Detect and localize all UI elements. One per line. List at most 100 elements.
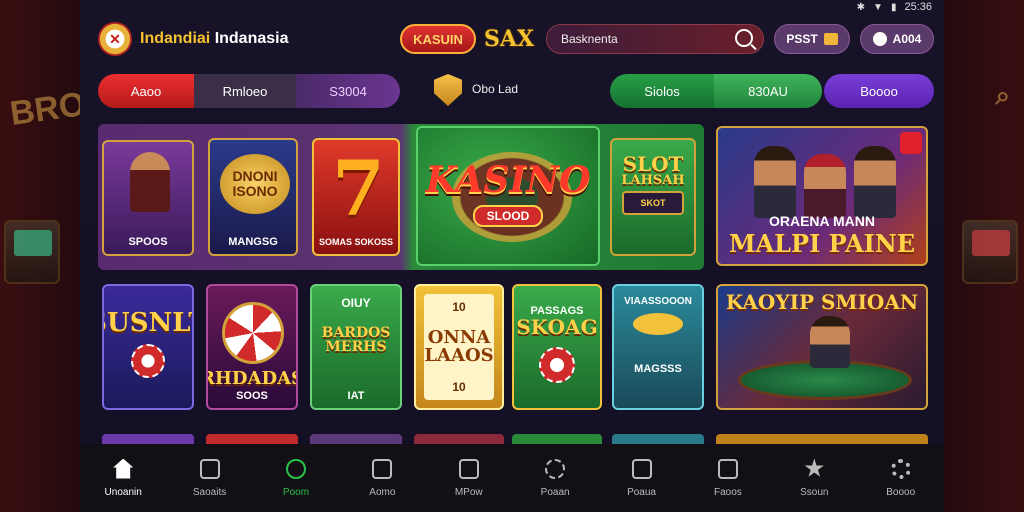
- nav-label: Ssoun: [800, 486, 829, 498]
- gear-icon: [890, 458, 911, 479]
- game-title: SKOAG: [516, 315, 598, 340]
- casino-app: ✱ ▼ ▮ 25:36 ✕ Indandiai Indanasia KASUIN…: [80, 0, 944, 512]
- header: ✕ Indandiai Indanasia KASUIN SAX Basknen…: [98, 22, 934, 56]
- brand-name: Indandiai Indanasia: [140, 30, 289, 48]
- monitor-icon: [372, 458, 393, 479]
- tab-boooo[interactable]: Boooo: [824, 74, 934, 108]
- nav-item-6[interactable]: Poaan: [520, 458, 590, 498]
- nav-label: Poaan: [540, 486, 570, 498]
- chip-icon: [539, 347, 575, 384]
- background-right: ⌕: [944, 0, 1024, 512]
- game-top-label: OIUY: [341, 296, 371, 310]
- game-title: SUSNLT: [104, 308, 192, 338]
- promo-banner[interactable]: ORAENA MANN MALPI PAINE: [716, 126, 928, 266]
- nav-label: Saoaits: [192, 486, 227, 498]
- live-casino-banner[interactable]: KAOYIP SMIOAN: [716, 284, 928, 410]
- brand-part2: Indanasia: [214, 30, 289, 47]
- power-icon: [285, 458, 306, 479]
- game-card-kasino[interactable]: KASINO SLOOD: [416, 126, 600, 266]
- nav-item-3[interactable]: Poom: [261, 458, 331, 498]
- tab-s3004[interactable]: S3004: [296, 74, 400, 108]
- game-title: SOMAS SOKOSS: [318, 237, 393, 248]
- game-title: RHDADAS: [208, 367, 296, 389]
- game-emblem: DNONI ISONO: [220, 154, 290, 214]
- character-icon: [130, 152, 170, 212]
- category-bar: Aaoo Rmloeo S3004 Obo Lad Siolos 830AU B…: [98, 74, 934, 108]
- middle-label: Obo Lad: [472, 82, 519, 96]
- game-card[interactable]: PASSAGS SKOAG: [512, 284, 602, 410]
- game-card[interactable]: 10 ONNA LAAOS 10: [414, 284, 504, 410]
- brand-part1: Indandiai: [140, 30, 211, 47]
- game-card[interactable]: VIAASSOOON MAGSSS: [612, 284, 704, 410]
- nav-item-4[interactable]: Aomo: [347, 458, 417, 498]
- tab-aaoo[interactable]: Aaoo: [98, 74, 194, 108]
- game-subtitle: LAHSAH: [621, 173, 685, 188]
- game-subtitle: IAT: [347, 389, 365, 402]
- game-title: MAGSSS: [634, 363, 682, 375]
- screen: BRO ⌕ ✱ ▼ ▮ 25:36 ✕ Indandiai Indanasia …: [0, 0, 1024, 512]
- leaf-icon: [717, 458, 738, 479]
- bluetooth-icon: ✱: [856, 1, 866, 13]
- background-left: BRO: [0, 0, 88, 512]
- promo-button[interactable]: PSST: [774, 24, 850, 54]
- game-card[interactable]: SPOOS: [102, 140, 194, 256]
- tab-830au[interactable]: 830AU: [714, 74, 822, 108]
- game-card[interactable]: OIUY BARDOS MERHS IAT: [310, 284, 402, 410]
- nav-label: Poom: [282, 486, 310, 498]
- banner-title: KAOYIP SMIOAN: [725, 290, 919, 314]
- sax-label: SAX: [484, 26, 535, 52]
- game-card-slot[interactable]: SLOT LAHSAH SKOT: [610, 138, 696, 256]
- game-inner: 10 ONNA LAAOS 10: [424, 294, 494, 400]
- wifi-icon: ▼: [873, 1, 883, 13]
- account-label: A004: [892, 32, 922, 46]
- seven-icon: 7: [332, 144, 385, 233]
- chip-icon: [131, 344, 165, 378]
- account-button[interactable]: A004: [860, 24, 934, 54]
- game-card[interactable]: RHDADAS SOOS: [206, 284, 298, 410]
- game-title: ONNA LAAOS: [424, 327, 494, 366]
- search-input[interactable]: Basknenta: [546, 24, 764, 54]
- game-title: MANGSG: [228, 235, 278, 248]
- nav-label: MPow: [454, 486, 483, 498]
- home-icon: [113, 458, 134, 479]
- game-card[interactable]: 7 SOMAS SOKOSS: [312, 138, 400, 256]
- game-title: SPOOS: [128, 235, 168, 248]
- nav-item-home[interactable]: Unoanin: [88, 458, 158, 498]
- gold-icon: [633, 313, 683, 335]
- nav-label: Boooo: [886, 486, 916, 498]
- status-time: 25:36: [904, 1, 932, 13]
- nav-item-2[interactable]: Saoaits: [175, 458, 245, 498]
- nav-item-5[interactable]: MPow: [434, 458, 504, 498]
- kasino-button[interactable]: KASUIN: [400, 24, 476, 54]
- coin-icon: [872, 32, 887, 46]
- nav-item-9[interactable]: Ssoun: [779, 458, 849, 498]
- status-bar: ✱ ▼ ▮ 25:36: [857, 0, 932, 14]
- tab-siolos[interactable]: Siolos: [610, 74, 714, 108]
- shield-icon: [434, 74, 462, 106]
- roulette-icon: [222, 302, 284, 364]
- background-slot-machine: [4, 220, 60, 284]
- nav-item-7[interactable]: Poaua: [607, 458, 677, 498]
- tab-rmloeo[interactable]: Rmloeo: [194, 74, 296, 108]
- star-icon: [804, 458, 824, 477]
- game-top-label: VIAASSOOON: [624, 296, 692, 307]
- background-sign-right: ⌕: [995, 80, 1010, 110]
- game-bottom-number: 10: [452, 380, 466, 394]
- banner-headline: ORAENA MANN: [768, 213, 876, 229]
- bottom-nav: Unoanin Saoaits Poom Aomo MPow Poaan Poa…: [80, 444, 944, 512]
- nav-label: Poaua: [627, 486, 656, 498]
- logo-icon[interactable]: ✕: [98, 22, 132, 56]
- banner-title: MALPI PAINE: [728, 229, 916, 258]
- game-subtitle: SOOS: [236, 389, 268, 402]
- game-title: SLOT: [622, 152, 684, 176]
- hammer-icon: [199, 458, 220, 479]
- game-top-number: 10: [452, 300, 466, 314]
- nav-item-10[interactable]: Boooo: [866, 458, 936, 498]
- nav-item-8[interactable]: Faoos: [693, 458, 763, 498]
- gift-icon: [823, 33, 838, 45]
- game-card[interactable]: SUSNLT: [102, 284, 194, 410]
- slot-reel: SKOT: [622, 191, 684, 215]
- game-card[interactable]: DNONI ISONO MANGSG: [208, 138, 298, 256]
- search-icon[interactable]: [735, 29, 753, 47]
- nav-label: Aomo: [369, 486, 396, 498]
